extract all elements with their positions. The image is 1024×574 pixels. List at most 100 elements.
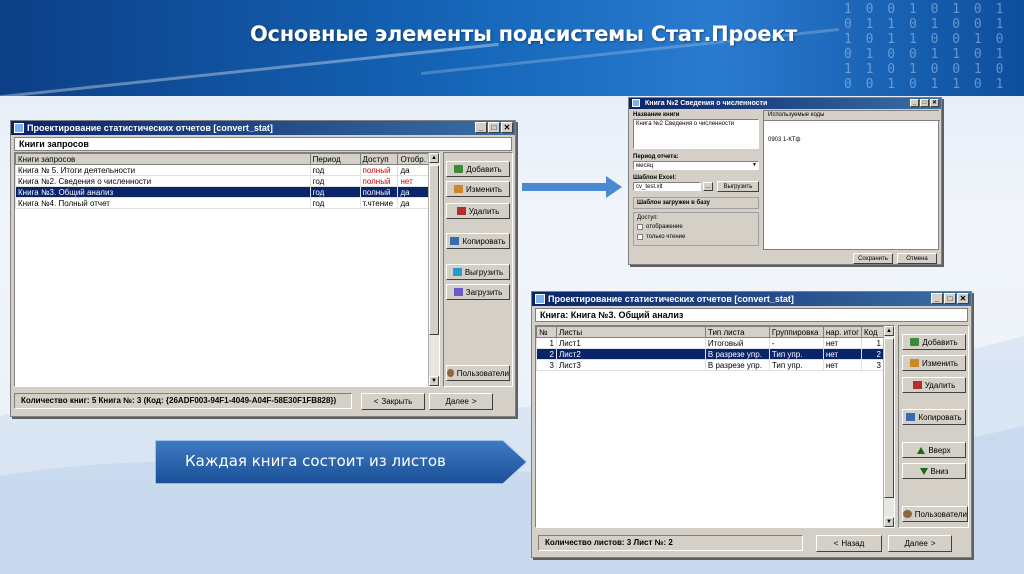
minimize-button[interactable]: _ <box>931 293 943 304</box>
table-row[interactable]: Книга №4. Полный отчет год т.чтение да <box>15 197 429 209</box>
books-grid: Книги запросов Период Доступ Отобр. Книг… <box>14 152 440 387</box>
book-name: Книга № 5. Итоги деятельности <box>15 164 311 176</box>
scroll-down-icon[interactable]: ▼ <box>429 376 439 386</box>
col-show[interactable]: Отобр. <box>397 153 429 165</box>
col-code[interactable]: Код <box>861 326 884 338</box>
excel-template-field[interactable]: cv_test.xlt <box>633 182 701 191</box>
book-period: год <box>309 164 361 176</box>
display-checkbox[interactable] <box>637 224 643 230</box>
sheets-scrollbar[interactable]: ▲ ▼ <box>883 326 894 527</box>
close-icon[interactable]: ✕ <box>501 122 513 133</box>
edit-button[interactable]: Изменить <box>446 181 510 197</box>
delete-sheet-button[interactable]: Удалить <box>902 377 966 393</box>
sheets-grid-header: № Листы Тип листа Группировка нар. итог … <box>536 326 884 338</box>
book-access: полный <box>359 164 399 176</box>
book-name: Книга №4. Полный отчет <box>15 197 311 209</box>
sheets-window-titlebar: Проектирование статистических отчетов [c… <box>532 292 971 306</box>
move-up-button[interactable]: Вверх <box>902 442 966 458</box>
edit-icon <box>909 359 919 367</box>
move-down-button[interactable]: Вниз <box>902 463 966 479</box>
add-label: Добавить <box>466 164 502 174</box>
sheet-name: Лист3 <box>555 359 706 371</box>
books-scrollbar[interactable]: ▲ ▼ <box>428 153 439 386</box>
back-button[interactable]: < Назад <box>816 535 882 552</box>
scroll-up-icon[interactable]: ▲ <box>429 153 439 163</box>
slide-banner: 1 0 0 1 0 1 0 1 0 1 1 0 1 0 0 1 1 0 1 1 … <box>0 0 1024 96</box>
maximize-button[interactable]: □ <box>920 99 929 107</box>
table-row[interactable]: Книга №2. Сведения о численности год пол… <box>15 175 429 187</box>
books-status-bar: Количество книг: 5 Книга №: 3 (Код: {26A… <box>14 393 352 409</box>
users-label: Пользователи <box>914 509 967 519</box>
col-type[interactable]: Тип листа <box>704 326 770 338</box>
readonly-checkbox[interactable] <box>637 234 643 240</box>
next-sheet-button[interactable]: Далее > <box>888 535 952 552</box>
import-button[interactable]: Загрузить <box>446 284 510 300</box>
codes-value: 0903 1-КТф <box>768 137 801 143</box>
sheet-num: 2 <box>536 348 557 360</box>
sheets-grid: № Листы Тип листа Группировка нар. итог … <box>535 325 895 528</box>
scroll-thumb[interactable] <box>429 165 439 335</box>
edit-sheet-button[interactable]: Изменить <box>902 355 966 371</box>
copy-button[interactable]: Копировать <box>446 233 510 249</box>
sheets-window: Проектирование статистических отчетов [c… <box>531 291 972 558</box>
scroll-up-icon[interactable]: ▲ <box>884 326 894 336</box>
books-window-titlebar: Проектирование статистических отчетов [c… <box>11 121 515 135</box>
app-icon <box>14 123 24 133</box>
book-show: да <box>397 197 429 209</box>
close-button[interactable]: < Закрыть <box>361 393 425 410</box>
browse-button[interactable]: … <box>703 182 713 191</box>
col-books[interactable]: Книги запросов <box>15 153 311 165</box>
close-icon[interactable]: ✕ <box>957 293 969 304</box>
table-row[interactable]: 1 Лист1 Итоговый - нет 1 <box>536 337 884 349</box>
table-row-selected[interactable]: 2 Лист2 В разрезе упр. Тип упр. нет 2 <box>536 348 884 360</box>
col-sheets[interactable]: Листы <box>555 326 706 338</box>
next-label: Далее <box>445 397 469 406</box>
template-export-button[interactable]: Выгрузить <box>717 181 759 192</box>
copy-icon <box>450 237 460 245</box>
col-total[interactable]: нар. итог <box>822 326 863 338</box>
col-num[interactable]: № <box>536 326 557 338</box>
sheet-grouping: Тип упр. <box>768 348 824 360</box>
next-button[interactable]: Далее > <box>429 393 493 410</box>
maximize-button[interactable]: □ <box>488 122 500 133</box>
cancel-label: Отмена <box>906 255 928 262</box>
display-label: отображение <box>646 224 683 230</box>
col-grouping[interactable]: Группировка <box>768 326 824 338</box>
table-row[interactable]: 3 Лист3 В разрезе упр. Тип упр. нет 3 <box>536 359 884 371</box>
delete-button[interactable]: Удалить <box>446 203 510 219</box>
export-button[interactable]: Выгрузить <box>446 264 510 280</box>
books-grid-header: Книги запросов Период Доступ Отобр. <box>15 153 429 165</box>
copy-sheet-button[interactable]: Копировать <box>902 409 966 425</box>
minimize-button[interactable]: _ <box>910 99 919 107</box>
col-period[interactable]: Период <box>309 153 361 165</box>
save-button[interactable]: Сохранить <box>853 253 893 264</box>
scroll-thumb[interactable] <box>884 338 894 498</box>
sheet-grouping: - <box>768 337 824 349</box>
sheet-name: Лист1 <box>555 337 706 349</box>
table-row-selected[interactable]: Книга №3. Общий анализ год полный да <box>15 186 429 198</box>
chevron-left-icon: < <box>833 539 839 548</box>
close-icon[interactable]: ✕ <box>930 99 939 107</box>
users-button[interactable]: Пользователи <box>902 506 968 522</box>
maximize-button[interactable]: □ <box>944 293 956 304</box>
add-sheet-button[interactable]: Добавить <box>902 334 966 350</box>
col-access[interactable]: Доступ <box>359 153 399 165</box>
template-loaded-group: Шаблон загружен в базу <box>633 197 759 209</box>
scroll-down-icon[interactable]: ▼ <box>884 517 894 527</box>
readonly-label: только чтение <box>646 234 686 240</box>
table-row[interactable]: Книга № 5. Итоги деятельности год полный… <box>15 164 429 176</box>
banner-streak <box>0 42 499 96</box>
cancel-button[interactable]: Отмена <box>897 253 937 264</box>
books-window: Проектирование статистических отчетов [c… <box>10 120 516 417</box>
sheets-status-bar: Количество листов: 3 Лист №: 2 <box>538 535 803 551</box>
book-period: год <box>309 197 361 209</box>
users-button[interactable]: Пользователи <box>446 365 510 381</box>
chevron-left-icon: < <box>373 397 379 406</box>
delete-icon <box>456 207 466 215</box>
period-select[interactable]: месяц ▼ <box>633 161 759 170</box>
add-button[interactable]: Добавить <box>446 161 510 177</box>
tab-used-codes[interactable]: Используемые коды <box>768 112 825 118</box>
sheet-code: 2 <box>861 348 884 360</box>
book-name-field[interactable]: Книга №2 Сведения о численности <box>633 119 759 149</box>
minimize-button[interactable]: _ <box>475 122 487 133</box>
